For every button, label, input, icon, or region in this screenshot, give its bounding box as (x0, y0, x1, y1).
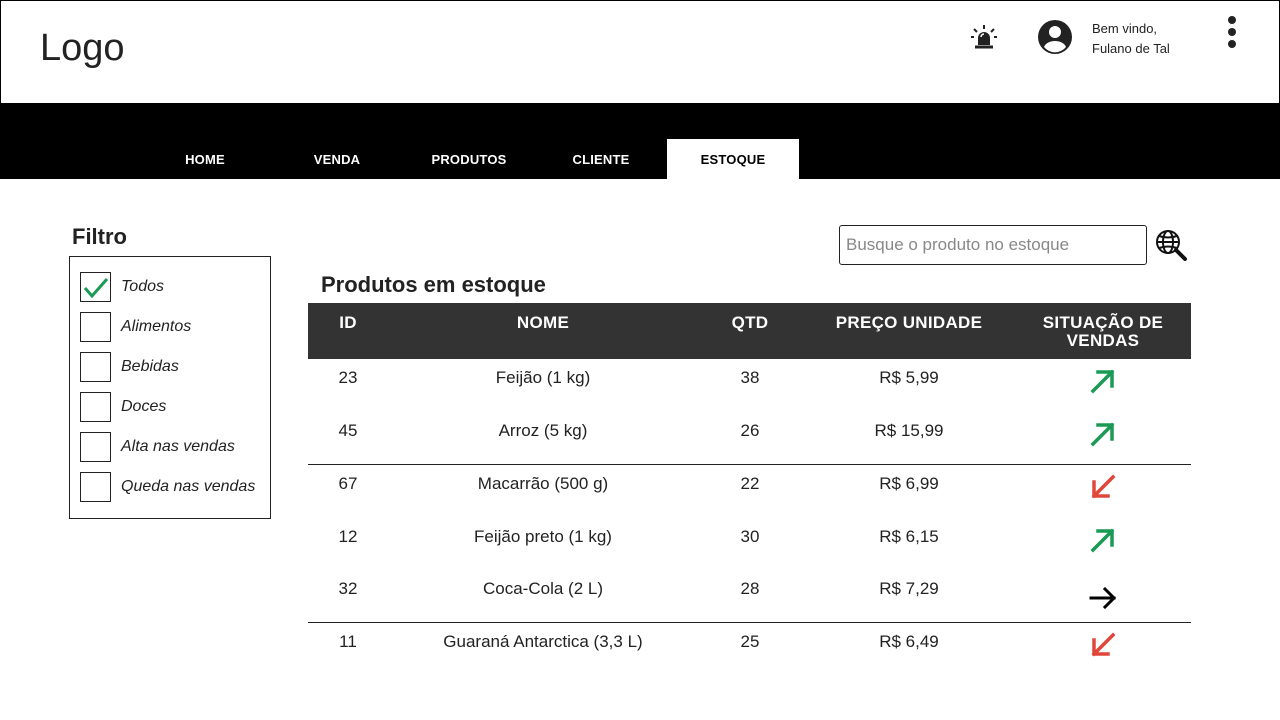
web-search-icon[interactable] (1154, 228, 1188, 262)
cell-price: R$ 6,49 (879, 632, 939, 651)
filter-option-label: Alimentos (121, 318, 192, 335)
cell-name: Feijão (1 kg) (495, 368, 591, 387)
tab-produtos[interactable]: PRODUTOS (403, 139, 535, 179)
trend-up-icon (1090, 369, 1115, 394)
cell-name: Arroz (5 kg) (498, 421, 588, 440)
search-input[interactable] (839, 225, 1147, 265)
filter-panel: Todos Alimentos Bebidas Doces Alta nas v… (69, 256, 271, 519)
tab-cliente[interactable]: CLIENTE (535, 139, 667, 179)
checkbox[interactable] (80, 352, 111, 382)
cell-price: R$ 15,99 (874, 421, 944, 440)
filter-option-label: Alta nas vendas (121, 438, 235, 455)
cell-name: Macarrão (500 g) (477, 474, 609, 493)
tab-venda[interactable]: VENDA (271, 139, 403, 179)
cell-qtd: 26 (740, 421, 760, 440)
cell-qtd: 38 (740, 368, 760, 387)
table-title: Produtos em estoque (321, 272, 546, 297)
cell-price: R$ 5,99 (879, 368, 939, 387)
alarm-icon[interactable] (969, 23, 999, 53)
filter-option-alimentos[interactable]: Alimentos (80, 311, 191, 343)
main-nav: HOME VENDA PRODUTOS CLIENTE ESTOQUE (0, 104, 1280, 179)
welcome-message: Bem vindo, Fulano de Tal (1092, 19, 1170, 59)
table-row[interactable]: 45 Arroz (5 kg) 26 R$ 15,99 (308, 411, 1191, 463)
checkbox[interactable] (80, 432, 111, 462)
filter-option-bebidas[interactable]: Bebidas (80, 351, 179, 383)
filter-option-alta-nas-vendas[interactable]: Alta nas vendas (80, 431, 235, 463)
logo[interactable]: Logo (40, 27, 125, 70)
cell-name: Guaraná Antarctica (3,3 L) (443, 632, 643, 651)
checkbox[interactable] (80, 312, 111, 342)
table-header: ID NOME QTD PREÇO UNIDADE SITUAÇÃO DE VE… (308, 303, 1191, 359)
cell-price: R$ 6,99 (879, 474, 939, 493)
user-avatar-icon[interactable] (1036, 18, 1074, 56)
tab-estoque[interactable]: ESTOQUE (667, 139, 799, 179)
cell-name: Coca-Cola (2 L) (483, 579, 603, 598)
column-header-nome: NOME (516, 313, 570, 332)
cell-qtd: 22 (740, 474, 760, 493)
table-row[interactable]: 32 Coca-Cola (2 L) 28 R$ 7,29 (308, 569, 1191, 621)
trend-up-icon (1090, 422, 1115, 447)
checkmark-icon (83, 278, 109, 299)
cell-id: 12 (338, 527, 358, 546)
column-header-situacao: SITUAÇÃO DE VENDAS (1042, 313, 1164, 350)
filter-option-label: Todos (121, 278, 164, 295)
checkbox[interactable] (80, 272, 111, 302)
cell-id: 32 (338, 579, 358, 598)
trend-down-icon (1091, 474, 1116, 499)
checkbox[interactable] (80, 392, 111, 422)
table-row[interactable]: 11 Guaraná Antarctica (3,3 L) 25 R$ 6,49 (308, 622, 1191, 674)
cell-name: Feijão preto (1 kg) (474, 527, 612, 546)
cell-qtd: 25 (740, 632, 760, 651)
column-header-id: ID (339, 313, 357, 332)
table-row[interactable]: 67 Macarrão (500 g) 22 R$ 6,99 (308, 464, 1191, 516)
filter-option-queda-nas-vendas[interactable]: Queda nas vendas (80, 471, 255, 503)
row-divider (308, 464, 1191, 465)
filter-option-doces[interactable]: Doces (80, 391, 166, 423)
app-header: Logo Bem vindo, Fulano de Tal (0, 0, 1280, 104)
checkbox[interactable] (80, 472, 111, 502)
cell-id: 67 (338, 474, 358, 493)
cell-id: 11 (339, 632, 357, 651)
trend-stable-icon (1089, 586, 1117, 610)
trend-down-icon (1091, 632, 1116, 657)
table-row[interactable]: 12 Feijão preto (1 kg) 30 R$ 6,15 (308, 517, 1191, 569)
cell-price: R$ 7,29 (879, 579, 939, 598)
cell-id: 23 (338, 368, 358, 387)
filter-title: Filtro (72, 224, 127, 249)
cell-qtd: 30 (740, 527, 760, 546)
filter-option-label: Queda nas vendas (121, 478, 256, 495)
table-row[interactable]: 23 Feijão (1 kg) 38 R$ 5,99 (308, 358, 1191, 410)
column-header-qtd: QTD (731, 313, 769, 332)
tab-home[interactable]: HOME (139, 139, 271, 179)
welcome-line: Bem vindo, (1092, 21, 1158, 36)
user-name: Fulano de Tal (1092, 41, 1170, 56)
filter-option-label: Bebidas (121, 358, 179, 375)
cell-price: R$ 6,15 (879, 527, 939, 546)
filter-option-todos[interactable]: Todos (80, 271, 164, 303)
trend-up-icon (1090, 528, 1115, 553)
cell-qtd: 28 (740, 579, 760, 598)
cell-id: 45 (338, 421, 358, 440)
column-header-preco: PREÇO UNIDADE (835, 313, 983, 332)
filter-option-label: Doces (121, 398, 167, 415)
more-vertical-icon[interactable] (1221, 14, 1243, 50)
row-divider (308, 622, 1191, 623)
